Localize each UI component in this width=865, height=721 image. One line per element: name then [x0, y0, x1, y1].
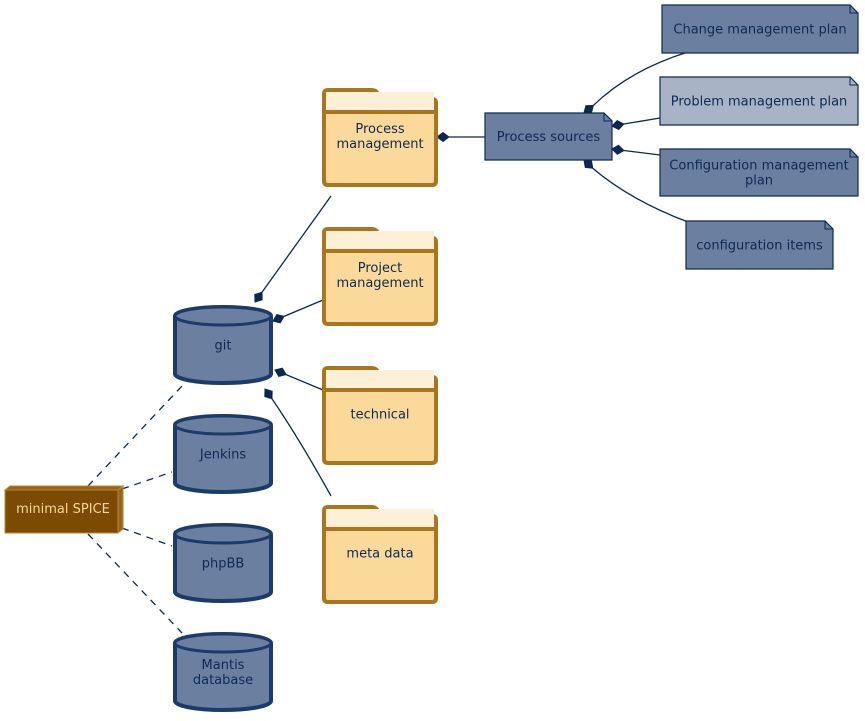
edge-root-git	[87, 385, 183, 487]
node-label: Mantis	[202, 658, 245, 673]
folder-tab	[326, 509, 434, 528]
node-label: meta data	[346, 547, 413, 562]
edge-git-process	[261, 195, 332, 293]
database-top	[173, 523, 273, 545]
node-top-face	[3, 485, 125, 491]
database-git[interactable]: git	[173, 305, 273, 385]
edge-diamond	[274, 367, 287, 378]
database-top	[173, 305, 273, 327]
node-label: git	[215, 339, 232, 354]
edge-diamond	[436, 131, 450, 143]
node-label: Project	[358, 261, 402, 276]
dependency-diagram: minimal SPICE git Jenkins phpBB Mantisdataba…	[3, 4, 859, 712]
artifact-items[interactable]: configuration items	[685, 220, 834, 270]
artifact-config[interactable]: Configuration managementplan	[659, 148, 859, 197]
node-label: database	[193, 673, 253, 688]
node-side-face	[117, 484, 124, 535]
edge-diamond	[611, 144, 625, 155]
node-minimal-spice[interactable]: minimal SPICE	[3, 484, 125, 535]
node-label: management	[336, 276, 423, 291]
node-label: Jenkins	[199, 448, 246, 463]
node-label: plan	[745, 174, 773, 189]
node-label: minimal SPICE	[16, 502, 110, 517]
artifact-problem[interactable]: Problem management plan	[659, 76, 859, 126]
database-mantis[interactable]: Mantisdatabase	[173, 632, 273, 712]
edge-root-phpbb	[121, 527, 173, 547]
folder-process[interactable]: Processmanagement	[322, 88, 438, 187]
edge-diamond	[254, 291, 263, 303]
node-label: configuration items	[696, 239, 823, 254]
edge-sources-config	[623, 149, 661, 156]
artifact-change[interactable]: Change management plan	[661, 4, 859, 54]
edge-diamond	[583, 104, 594, 114]
edge-git-project	[283, 299, 324, 317]
node-label: Change management plan	[673, 23, 846, 38]
edge-diamond	[583, 159, 594, 169]
folder-tab	[326, 231, 434, 250]
edge-root-jenkins	[121, 471, 173, 490]
database-phpbb[interactable]: phpBB	[173, 523, 273, 603]
edge-diamond	[272, 313, 285, 324]
node-label: phpBB	[202, 557, 245, 572]
node-label: management	[336, 137, 423, 152]
edge-root-mantis	[87, 533, 183, 634]
folder-tab	[326, 370, 434, 389]
edge-diamond	[611, 119, 625, 131]
database-top	[173, 632, 273, 654]
process-sources[interactable]: Process sources	[484, 112, 613, 161]
node-label: Process sources	[497, 130, 601, 145]
folder-project[interactable]: Projectmanagement	[322, 227, 438, 326]
folder-technical[interactable]: technical	[322, 366, 438, 465]
node-label: Configuration management	[669, 159, 848, 174]
edge-sources-problem	[623, 117, 661, 125]
nodes-layer: minimal SPICE git Jenkins phpBB Mantisdataba…	[3, 4, 859, 712]
edge-diamond	[264, 388, 273, 400]
node-label: technical	[350, 408, 409, 423]
node-label: Problem management plan	[671, 95, 848, 110]
folder-meta[interactable]: meta data	[322, 505, 438, 604]
node-label: Process	[355, 122, 405, 137]
folder-tab	[326, 92, 434, 111]
database-top	[173, 414, 273, 436]
edge-git-technical	[285, 374, 324, 391]
database-jenkins[interactable]: Jenkins	[173, 414, 273, 494]
